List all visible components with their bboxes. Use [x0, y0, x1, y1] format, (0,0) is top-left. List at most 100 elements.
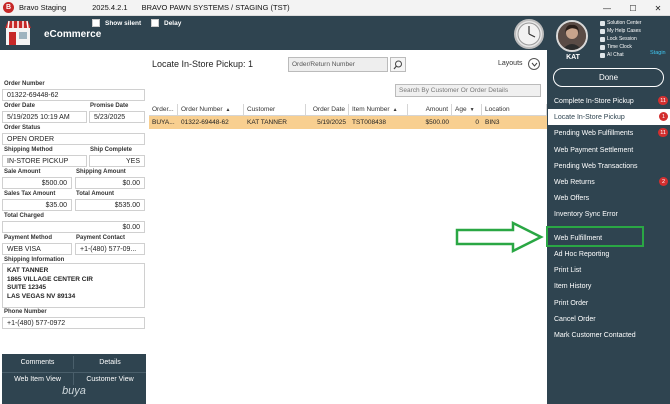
menu-print-order[interactable]: Print Order [548, 295, 670, 311]
order-number-label: Order Number [4, 81, 45, 87]
customer-order-search-input[interactable]: Search By Customer Or Order Details [395, 84, 541, 97]
shipping-line: KAT TANNER [7, 267, 49, 274]
avatar[interactable] [556, 20, 588, 52]
column-header-age[interactable]: Age ▼ [452, 104, 482, 116]
menu-mark-customer-contacted[interactable]: Mark Customer Contacted [548, 327, 670, 343]
lock-icon [600, 36, 605, 42]
time-clock-link[interactable]: Time Clock [600, 44, 632, 50]
menu-pending-web-fulfillments[interactable]: Pending Web Fulfillments 11 [548, 125, 670, 141]
menu-web-returns[interactable]: Web Returns 2 [548, 174, 670, 190]
count-badge: 2 [659, 177, 668, 186]
column-header-item-number[interactable]: Item Number ▲ [349, 104, 408, 116]
menu-cancel-order[interactable]: Cancel Order [548, 311, 670, 327]
menu-print-list[interactable]: Print List [548, 262, 670, 278]
menu-pending-web-transactions[interactable]: Pending Web Transactions [548, 158, 670, 174]
menu-web-offers[interactable]: Web Offers [548, 190, 670, 206]
sales-tax-amount-label: Sales Tax Amount [4, 191, 56, 197]
menu-item-history[interactable]: Item History [548, 278, 670, 294]
column-header-order-type[interactable]: Order... [149, 104, 178, 116]
payment-contact-field[interactable]: +1-(480) 577-09... [75, 243, 145, 255]
column-header-order-date[interactable]: Order Date [306, 104, 349, 116]
total-charged-label: Total Charged [4, 213, 44, 219]
minimize-button[interactable]: — [596, 0, 618, 16]
column-header-customer[interactable]: Customer [244, 104, 306, 116]
clock-small-icon [600, 44, 605, 50]
ship-complete-field[interactable]: YES [89, 155, 145, 167]
delay-label: Delay [164, 20, 182, 27]
customer-view-button[interactable]: Customer View [74, 372, 146, 385]
cell-amount: $500.00 [425, 119, 450, 126]
chat-icon [600, 52, 605, 58]
shipping-method-label: Shipping Method [4, 147, 53, 153]
cell-order-number: 01322-69448-62 [181, 119, 229, 126]
done-button[interactable]: Done [553, 68, 664, 87]
total-amount-field[interactable]: $535.00 [75, 199, 145, 211]
shipping-amount-field[interactable]: $0.00 [75, 177, 145, 189]
delay-checkbox[interactable] [151, 19, 159, 27]
phone-number-label: Phone Number [4, 309, 47, 315]
order-status-field[interactable]: OPEN ORDER [2, 133, 145, 145]
help-icon [600, 20, 605, 26]
shipping-information-box[interactable]: KAT TANNER 1865 VILLAGE CENTER CIR SUITE… [2, 263, 145, 308]
search-button[interactable] [390, 57, 406, 72]
total-charged-field[interactable]: $0.00 [2, 221, 145, 233]
total-amount-label: Total Amount [76, 191, 114, 197]
payment-method-field[interactable]: WEB VISA [2, 243, 72, 255]
cell-location: BIN3 [485, 119, 500, 126]
sale-amount-field[interactable]: $500.00 [2, 177, 72, 189]
phone-number-field[interactable]: +1-(480) 577-0972 [2, 317, 145, 329]
menu-web-payment-settlement[interactable]: Web Payment Settlement [548, 142, 670, 158]
layouts-label[interactable]: Layouts [498, 60, 523, 67]
environment-tag: Stagin [650, 50, 666, 56]
user-initials: KAT [566, 54, 580, 61]
cell-item-number: TST008438 [352, 119, 386, 126]
sales-tax-amount-field[interactable]: $35.00 [2, 199, 72, 211]
promise-date-field[interactable]: 5/23/2025 [89, 111, 145, 123]
lock-session-link[interactable]: Lock Session [600, 36, 637, 42]
system-name: BRAVO PAWN SYSTEMS / STAGING (TST) [141, 3, 290, 12]
storefront-icon [5, 20, 31, 45]
search-icon [393, 60, 402, 69]
app-version: 2025.4.2.1 [92, 3, 128, 12]
column-header-amount[interactable]: Amount [408, 104, 452, 116]
menu-ad-hoc-reporting[interactable]: Ad Hoc Reporting [548, 246, 670, 262]
order-date-field[interactable]: 5/19/2025 10:19 AM [2, 111, 87, 123]
comments-button[interactable]: Comments [2, 356, 74, 369]
column-header-order-number[interactable]: Order Number ▲ [178, 104, 244, 116]
solution-center-link[interactable]: Solution Center [600, 20, 641, 26]
count-badge: 11 [658, 96, 668, 105]
layouts-dropdown-button[interactable] [528, 58, 540, 70]
sort-asc-icon: ▲ [225, 106, 231, 113]
order-number-field[interactable]: 01322-69448-62 [2, 89, 145, 101]
menu-inventory-sync-error[interactable]: Inventory Sync Error [548, 206, 670, 222]
menu-locate-in-store-pickup[interactable]: Locate In-Store Pickup 1 [548, 109, 670, 125]
count-badge: 1 [659, 112, 668, 121]
menu-complete-in-store-pickup[interactable]: Complete In-Store Pickup 11 [548, 93, 670, 109]
show-silent-label: Show silent [105, 20, 142, 27]
module-title: eCommerce [44, 29, 102, 40]
order-status-label: Order Status [4, 125, 41, 131]
cell-order-type: BUYA... [152, 119, 175, 126]
web-item-view-button[interactable]: Web Item View [2, 372, 74, 385]
my-help-cases-link[interactable]: My Help Cases [600, 28, 641, 34]
cell-order-date: 5/19/2025 [317, 119, 346, 126]
clock-icon [514, 19, 544, 49]
maximize-button[interactable]: ☐ [622, 0, 644, 16]
payment-contact-label: Payment Contact [76, 235, 126, 241]
sale-amount-label: Sale Amount [4, 169, 41, 175]
show-silent-checkbox[interactable] [92, 19, 100, 27]
cases-icon [600, 28, 605, 34]
promise-date-label: Promise Date [90, 103, 129, 109]
shipping-line: SUITE 12345 [7, 284, 47, 291]
column-header-location[interactable]: Location [482, 104, 547, 116]
shipping-method-field[interactable]: IN-STORE PICKUP [2, 155, 87, 167]
page-title: Locate In-Store Pickup: 1 [152, 59, 254, 69]
ai-chat-link[interactable]: AI Chat [600, 52, 624, 58]
order-date-label: Order Date [4, 103, 36, 109]
close-button[interactable]: ✕ [647, 0, 669, 16]
details-button[interactable]: Details [74, 356, 146, 369]
payment-method-label: Payment Method [4, 235, 53, 241]
order-return-search-input[interactable]: Order/Return Number [288, 57, 388, 72]
brand-logo: buya [62, 385, 86, 397]
title-bar: B Bravo Staging 2025.4.2.1 BRAVO PAWN SY… [0, 0, 670, 16]
